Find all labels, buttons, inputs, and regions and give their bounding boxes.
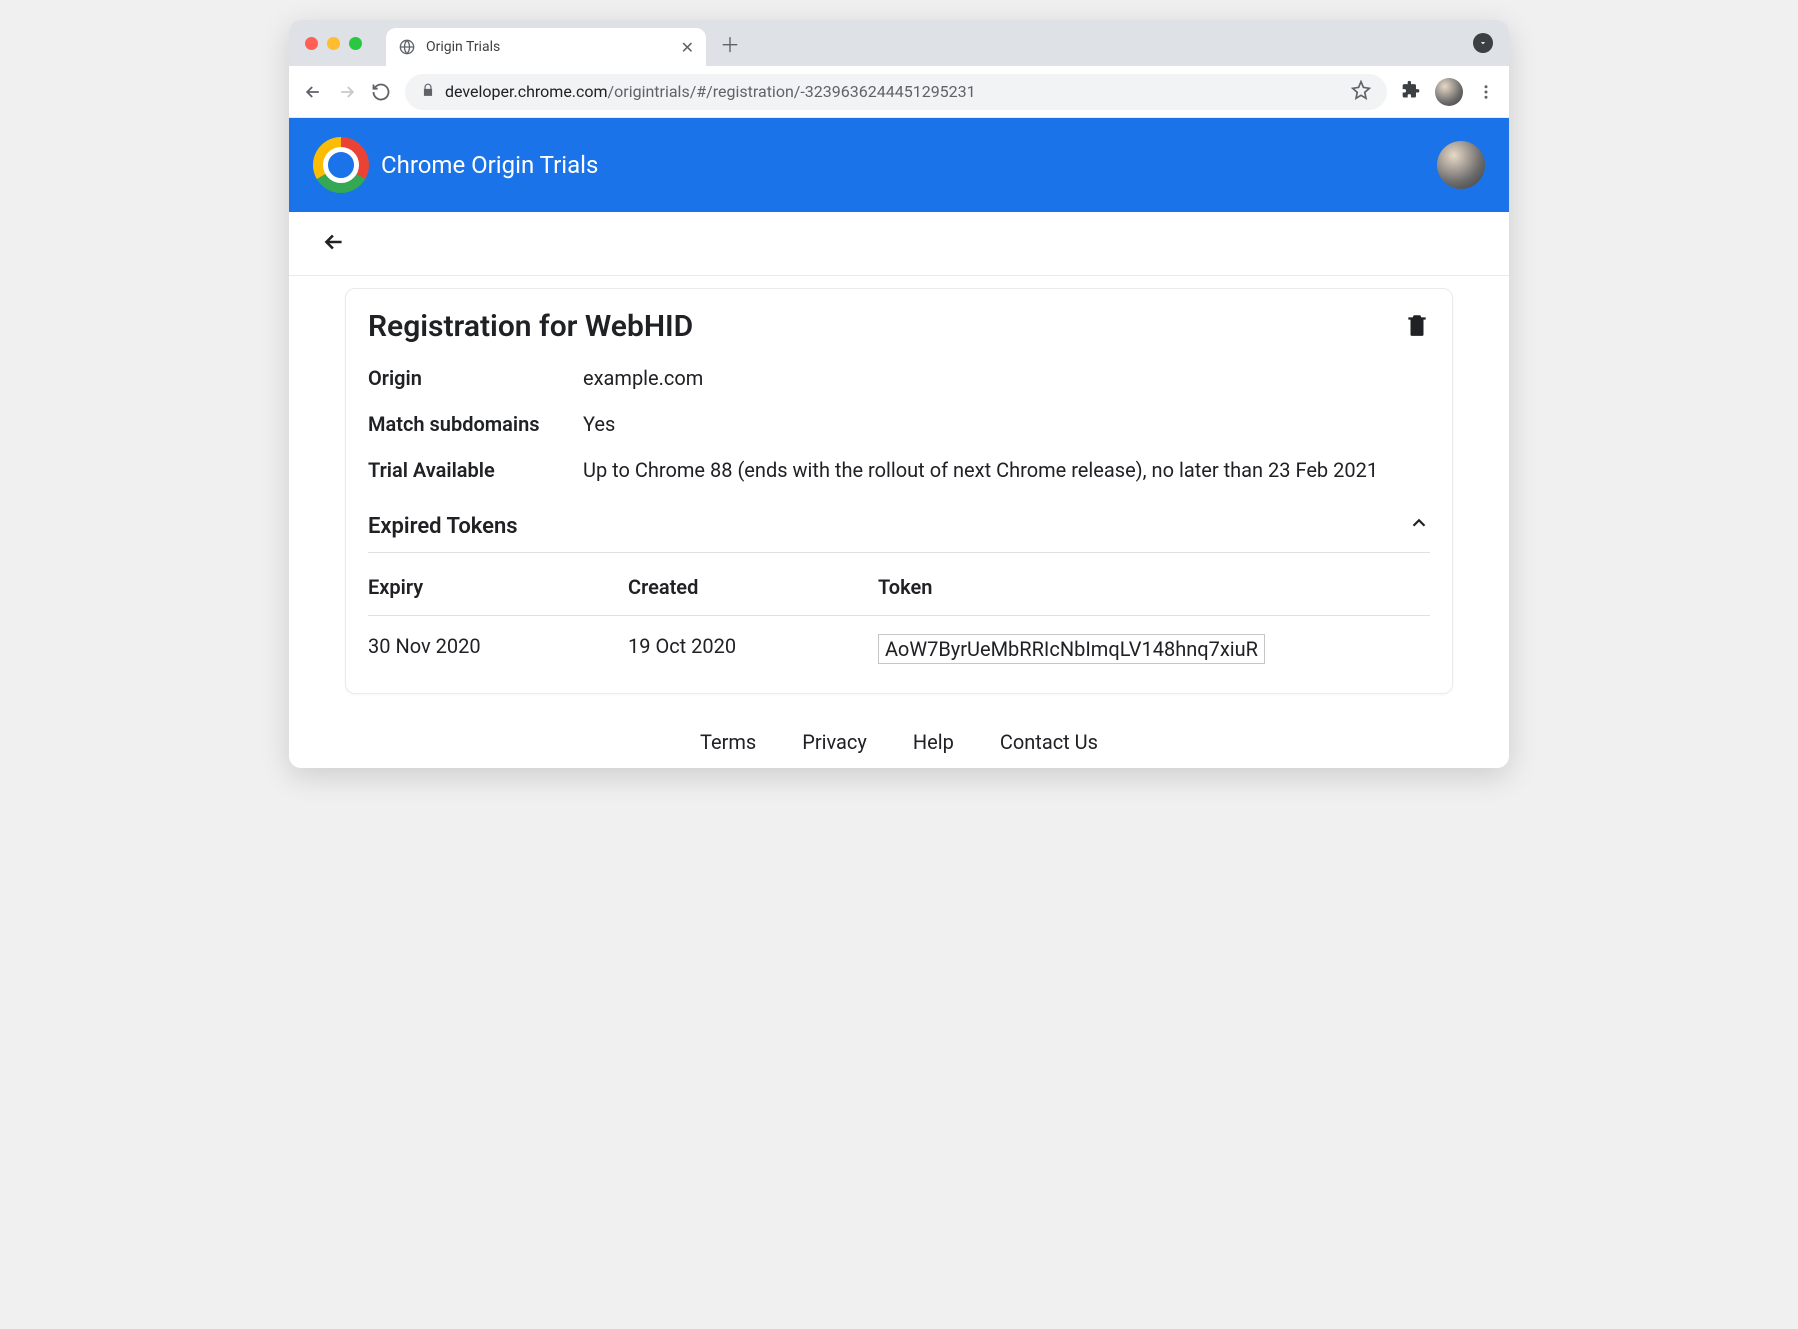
meta-label: Origin	[368, 366, 583, 390]
close-tab-icon[interactable]: ✕	[681, 38, 694, 57]
new-tab-button[interactable]: ＋	[720, 29, 740, 58]
profile-indicator-icon[interactable]	[1473, 33, 1493, 53]
col-created: Created	[628, 575, 878, 599]
page-content: Registration for WebHID Origin example.c…	[289, 276, 1509, 768]
reload-button[interactable]	[371, 82, 391, 102]
chrome-logo-icon	[313, 137, 369, 193]
url-path: /origintrials/#/registration/-3239636244…	[608, 82, 976, 101]
tokens-section-header[interactable]: Expired Tokens	[368, 512, 1430, 552]
col-expiry: Expiry	[368, 575, 628, 599]
back-bar	[289, 212, 1509, 276]
cell-token: AoW7ByrUeMbRRIcNbImqLV148hnq7xiuR	[878, 634, 1430, 669]
delete-button[interactable]	[1404, 312, 1430, 342]
footer-privacy[interactable]: Privacy	[802, 730, 867, 754]
url-domain: developer.chrome.com	[445, 82, 608, 101]
minimize-window-button[interactable]	[327, 37, 340, 50]
globe-icon	[398, 38, 416, 56]
card-header: Registration for WebHID	[368, 309, 1430, 344]
meta-value: Up to Chrome 88 (ends with the rollout o…	[583, 458, 1430, 482]
meta-label: Match subdomains	[368, 412, 583, 436]
token-value[interactable]: AoW7ByrUeMbRRIcNbImqLV148hnq7xiuR	[878, 634, 1265, 664]
footer-links: Terms Privacy Help Contact Us	[345, 694, 1453, 768]
tab-title: Origin Trials	[426, 39, 671, 55]
browser-window: Origin Trials ✕ ＋ developer.chrome.com/o…	[289, 20, 1509, 768]
page-back-button[interactable]	[321, 229, 347, 259]
back-button[interactable]	[303, 82, 323, 102]
meta-label: Trial Available	[368, 458, 583, 482]
meta-row-origin: Origin example.com	[368, 366, 1430, 390]
browser-toolbar: developer.chrome.com/origintrials/#/regi…	[289, 66, 1509, 118]
cell-expiry: 30 Nov 2020	[368, 634, 628, 669]
col-token: Token	[878, 575, 1430, 599]
browser-menu-button[interactable]	[1477, 83, 1495, 101]
close-window-button[interactable]	[305, 37, 318, 50]
url-text: developer.chrome.com/origintrials/#/regi…	[445, 82, 976, 101]
browser-tab[interactable]: Origin Trials ✕	[386, 28, 706, 66]
registration-meta: Origin example.com Match subdomains Yes …	[368, 366, 1430, 482]
tab-strip: Origin Trials ✕ ＋	[289, 20, 1509, 66]
toolbar-avatar[interactable]	[1435, 78, 1463, 106]
meta-row-availability: Trial Available Up to Chrome 88 (ends wi…	[368, 458, 1430, 482]
lock-icon	[421, 82, 435, 101]
tokens-section-title: Expired Tokens	[368, 514, 518, 539]
footer-contact[interactable]: Contact Us	[1000, 730, 1098, 754]
registration-card: Registration for WebHID Origin example.c…	[345, 288, 1453, 694]
meta-row-subdomains: Match subdomains Yes	[368, 412, 1430, 436]
registration-title: Registration for WebHID	[368, 309, 693, 344]
address-bar[interactable]: developer.chrome.com/origintrials/#/regi…	[405, 74, 1387, 110]
forward-button[interactable]	[337, 82, 357, 102]
table-row: 30 Nov 2020 19 Oct 2020 AoW7ByrUeMbRRIcN…	[368, 616, 1430, 669]
cell-created: 19 Oct 2020	[628, 634, 878, 669]
site-title: Chrome Origin Trials	[381, 151, 598, 179]
header-avatar[interactable]	[1437, 141, 1485, 189]
window-controls	[305, 37, 362, 50]
maximize-window-button[interactable]	[349, 37, 362, 50]
tokens-table-header: Expiry Created Token	[368, 553, 1430, 615]
footer-terms[interactable]: Terms	[700, 730, 756, 754]
site-header: Chrome Origin Trials	[289, 118, 1509, 212]
chevron-up-icon	[1408, 512, 1430, 540]
bookmark-star-icon[interactable]	[1351, 80, 1371, 104]
meta-value: Yes	[583, 412, 1430, 436]
footer-help[interactable]: Help	[913, 730, 954, 754]
meta-value: example.com	[583, 366, 1430, 390]
extensions-icon[interactable]	[1401, 80, 1421, 104]
